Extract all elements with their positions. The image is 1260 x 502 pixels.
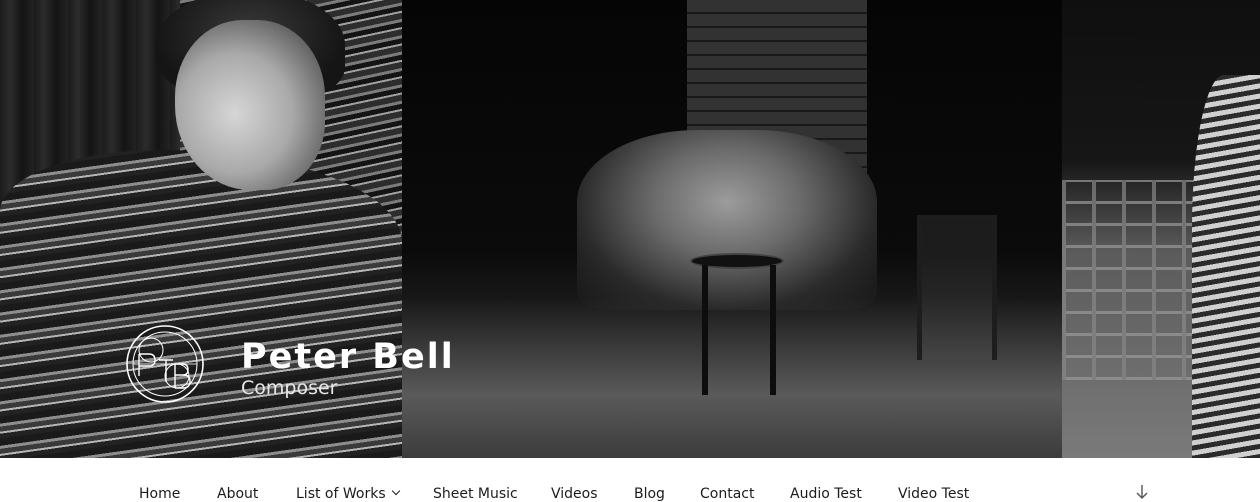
site-tagline: Composer <box>241 377 338 399</box>
face <box>175 20 325 190</box>
site-title[interactable]: Peter Bell <box>241 337 455 377</box>
arrow-down-icon[interactable] <box>1134 484 1150 500</box>
sweater <box>0 150 402 458</box>
header-photo-band <box>402 0 1062 458</box>
main-navigation: Home About List of Works Sheet Music Vid… <box>0 458 1260 502</box>
chevron-down-icon <box>391 486 400 496</box>
site-branding: Peter Bell Composer <box>125 324 455 404</box>
wooden-chair <box>917 215 997 360</box>
stacked-chairs <box>1062 180 1202 380</box>
header-image: Peter Bell Composer <box>0 0 1260 458</box>
band-musicians <box>577 130 877 310</box>
header-photo-chairs <box>1062 0 1260 458</box>
person-sweater <box>1192 75 1260 458</box>
site-logo-icon[interactable] <box>125 324 205 404</box>
table-leg <box>702 265 708 395</box>
table-leg <box>770 265 776 395</box>
